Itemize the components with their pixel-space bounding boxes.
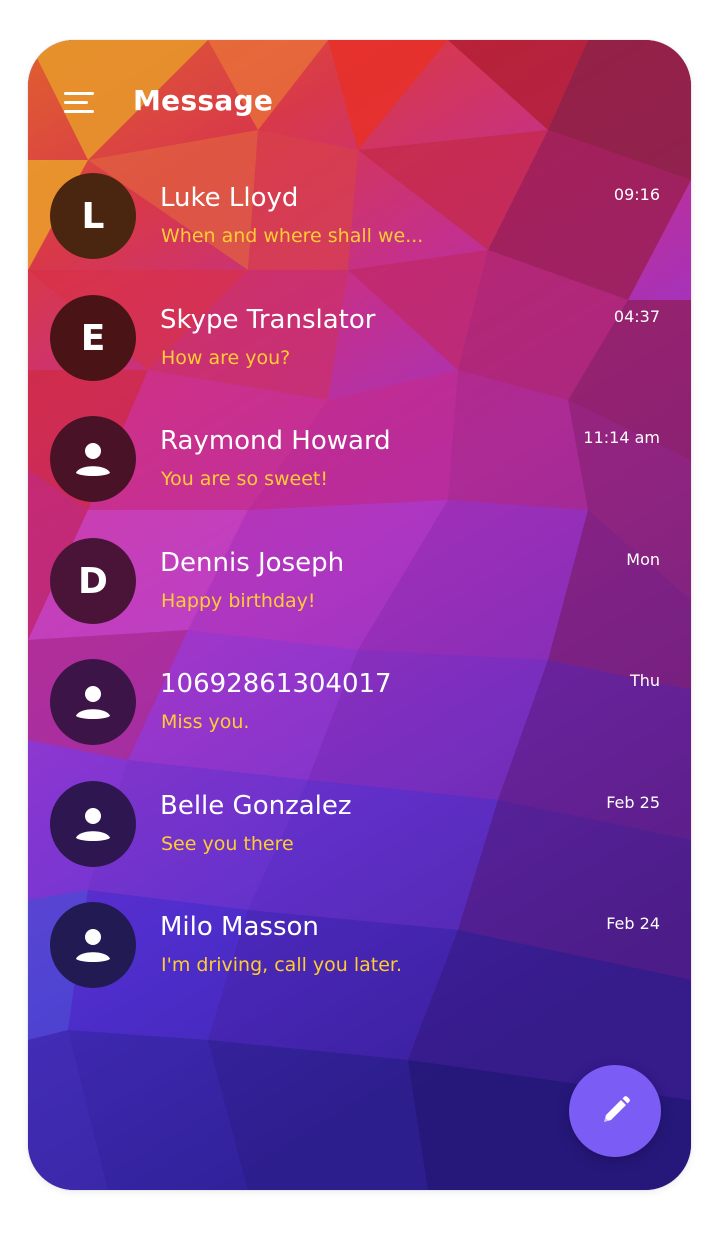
message-preview: Happy birthday!	[161, 590, 316, 612]
conversation-item[interactable]: Belle Gonzalez See you there Feb 25	[28, 781, 691, 893]
conversation-item[interactable]: Raymond Howard You are so sweet! 11:14 a…	[28, 416, 691, 528]
message-time: Feb 24	[606, 914, 660, 933]
conversation-item[interactable]: 10692861304017 Miss you. Thu	[28, 659, 691, 771]
message-time: 11:14 am	[583, 428, 660, 447]
conversation-item[interactable]: D Dennis Joseph Happy birthday! Mon	[28, 538, 691, 650]
avatar	[50, 416, 136, 502]
contact-name: Raymond Howard	[160, 426, 391, 456]
message-preview: You are so sweet!	[161, 468, 329, 490]
conversation-item[interactable]: Milo Masson I'm driving, call you later.…	[28, 902, 691, 1014]
conversation-item[interactable]: E Skype Translator How are you? 04:37	[28, 295, 691, 407]
contact-name: Luke Lloyd	[160, 183, 299, 213]
contact-name: Belle Gonzalez	[160, 791, 352, 821]
hamburger-menu-icon[interactable]	[64, 90, 94, 116]
phone-frame: Message L Luke Lloyd When and where shal…	[28, 40, 691, 1190]
compose-button[interactable]	[569, 1065, 661, 1157]
conversation-item[interactable]: L Luke Lloyd When and where shall we... …	[28, 173, 691, 285]
person-icon	[76, 808, 110, 841]
avatar: E	[50, 295, 136, 381]
message-preview: Miss you.	[161, 711, 250, 733]
page-title: Message	[133, 84, 274, 117]
avatar	[50, 902, 136, 988]
avatar	[50, 781, 136, 867]
message-time: Thu	[629, 671, 660, 690]
message-preview: How are you?	[161, 347, 291, 369]
person-icon	[76, 686, 110, 719]
message-preview: When and where shall we...	[161, 225, 424, 247]
avatar-letter: E	[80, 317, 106, 359]
message-preview: See you there	[161, 833, 294, 855]
message-time: Mon	[626, 550, 660, 569]
avatar-letter: D	[78, 560, 108, 602]
avatar: D	[50, 538, 136, 624]
avatar-letter: L	[81, 195, 105, 237]
message-time: 09:16	[613, 185, 660, 204]
contact-name: Skype Translator	[160, 305, 376, 335]
person-icon	[76, 929, 110, 962]
person-icon	[76, 443, 110, 476]
contact-name: Dennis Joseph	[160, 548, 345, 578]
app-header: Message	[28, 40, 691, 170]
message-time: Feb 25	[606, 793, 660, 812]
contact-name: Milo Masson	[160, 912, 319, 942]
message-preview: I'm driving, call you later.	[161, 954, 403, 976]
contact-name: 10692861304017	[160, 669, 392, 699]
pencil-icon	[604, 1096, 630, 1122]
avatar	[50, 659, 136, 745]
avatar: L	[50, 173, 136, 259]
message-time: 04:37	[613, 307, 660, 326]
